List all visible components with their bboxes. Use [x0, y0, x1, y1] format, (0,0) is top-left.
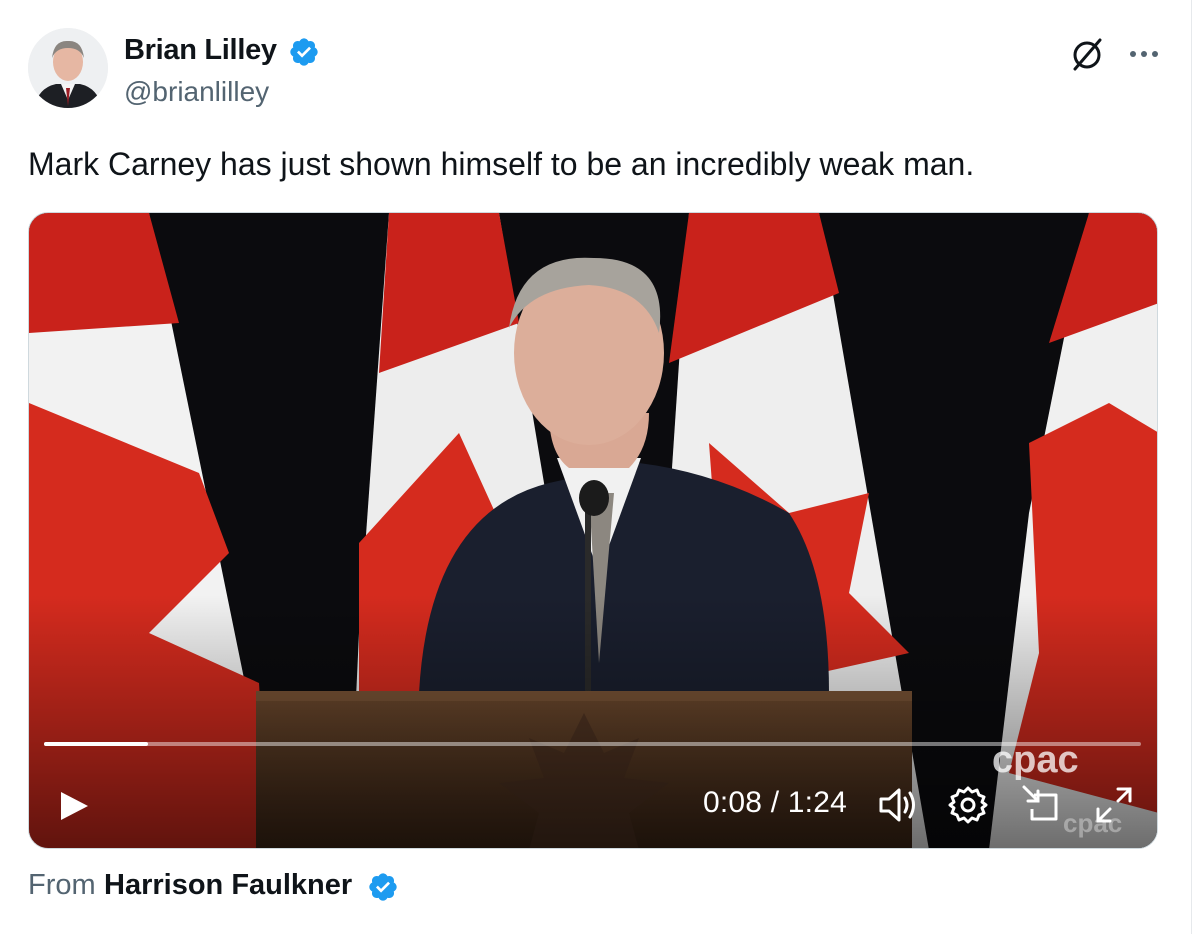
timeline-divider [1191, 0, 1192, 934]
verified-badge-icon [290, 38, 318, 66]
author-avatar[interactable] [28, 28, 108, 108]
attribution-prefix: From [28, 869, 96, 901]
video-time-display: 0:08 / 1:24 [703, 786, 847, 819]
grok-slash-circle-icon[interactable] [1067, 34, 1107, 74]
settings-gear-icon[interactable] [946, 783, 990, 827]
volume-icon[interactable] [876, 783, 920, 827]
picture-in-picture-icon[interactable] [1020, 783, 1064, 827]
video-scrubber[interactable] [44, 732, 1141, 756]
author-name[interactable]: Brian Lilley [124, 34, 277, 67]
tweet-text: Mark Carney has just shown himself to be… [28, 146, 975, 182]
author-handle[interactable]: @brianlilley [124, 76, 269, 108]
play-icon[interactable] [52, 784, 96, 828]
profile-photo-icon [28, 28, 108, 108]
fullscreen-icon[interactable] [1092, 783, 1136, 827]
verified-badge-icon [369, 873, 397, 901]
more-horizontal-icon[interactable] [1124, 34, 1164, 74]
attribution-name[interactable]: Harrison Faulkner [104, 869, 352, 902]
